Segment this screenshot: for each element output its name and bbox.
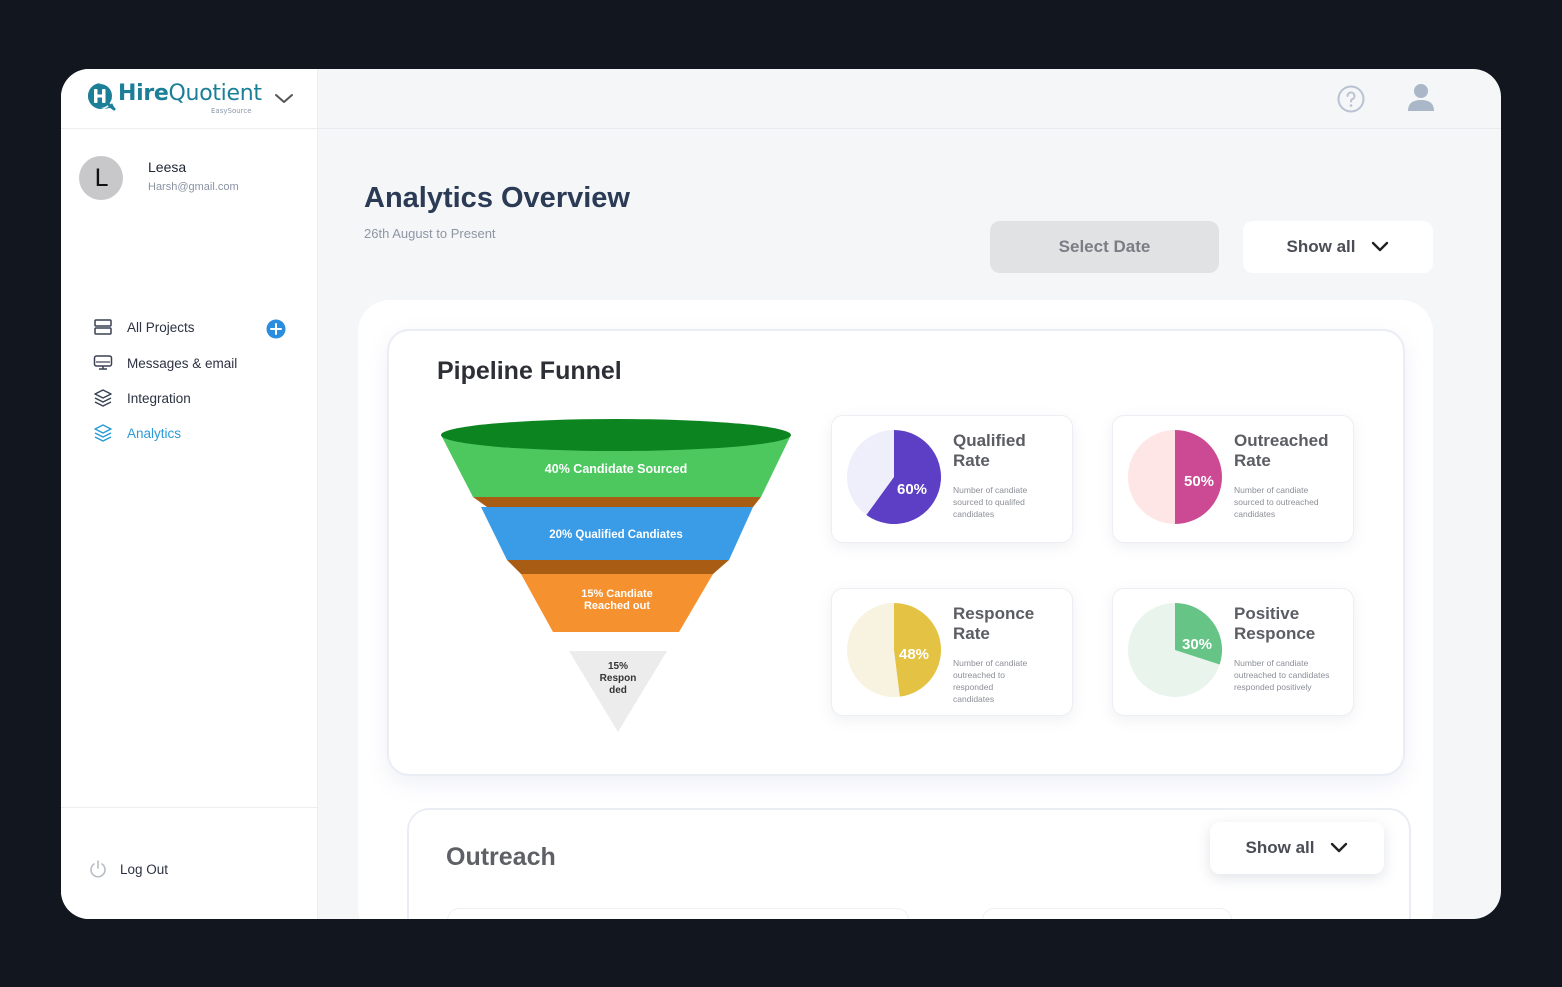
top-bar [318,69,1501,129]
logout-button[interactable]: Log Out [88,859,168,879]
app-window: HireQuotient EasySource L Leesa Harsh@gm… [61,69,1501,919]
pie-value-label: 30% [1182,636,1212,653]
chevron-down-icon[interactable] [273,87,295,109]
help-icon[interactable] [1337,85,1365,113]
funnel-stage-4-label: Respon [600,673,637,684]
sidebar-item-label: All Projects [127,319,195,335]
funnel-connector [473,497,761,507]
monitor-icon [93,353,113,373]
stat-card-qualified-rate: 60% Qualified Rate Number of candiate sour… [831,415,1073,543]
funnel-chart: 40% Candidate Sourced 20% Qualified Cand… [441,419,791,732]
outreach-card: Outreach Show all [407,808,1411,919]
date-range-subtitle: 26th August to Present [364,226,496,241]
sidebar-item-label: Integration [127,390,191,406]
stat-card-positive-responce: 30% Positive Responce Number of candiate o… [1112,588,1354,716]
stat-card-outreached-rate: 50% Outreached Rate Number of candiate sou… [1112,415,1354,543]
sidebar-item-integration[interactable]: Integration [93,386,191,410]
funnel-stage-4-label: 15% [608,661,628,672]
add-project-icon[interactable] [266,319,286,339]
show-all-dropdown[interactable]: Show all [1243,221,1433,273]
stat-description: Number of candiate outreached to responded… [953,658,1028,704]
power-icon [88,859,108,879]
stat-description: Number of candiate outreached to candidat… [1234,658,1330,692]
user-icon[interactable] [1406,81,1436,113]
outreach-chart-placeholder [447,908,909,919]
funnel-stage-3-label: Reached out [584,600,650,612]
divider [61,807,318,808]
chevron-down-icon [1372,241,1389,252]
stat-description: Number of candiate sourced to qualifed can… [953,485,1028,519]
user-email: Harsh@gmail.com [148,181,239,193]
stat-title: Qualified Rate [953,431,1026,470]
pipeline-funnel-card: Pipeline Funnel 40% Candidate Sourced 20… [387,329,1405,776]
avatar[interactable]: L [79,156,123,200]
funnel-stage-3-label: 15% Candiate [581,588,653,600]
logout-label: Log Out [120,861,169,877]
outreach-show-all-dropdown[interactable]: Show all [1210,822,1384,874]
show-all-label: Show all [1245,838,1315,857]
layers-icon [93,423,113,443]
outreached-rate-pie: 50% [1128,430,1222,524]
responce-rate-pie: 48% [847,603,942,697]
pie-value-label: 50% [1184,473,1214,490]
brand-header: HireQuotient EasySource [61,69,318,129]
user-name: Leesa [148,159,187,175]
chevron-down-icon [1331,842,1348,853]
select-date-button[interactable]: Select Date [990,221,1219,273]
sidebar-item-label: Analytics [127,425,182,441]
layers-icon [93,388,113,408]
funnel-stage-1-label: 40% Candidate Sourced [545,462,687,476]
card-title: Pipeline Funnel [437,357,622,385]
stat-title: Positive Responce [1234,604,1316,643]
funnel-stage-4-label: ded [609,685,627,696]
show-all-label: Show all [1286,237,1356,256]
server-icon [93,317,113,337]
pie-value-label: 48% [899,646,929,663]
page-title: Analytics Overview [364,182,630,214]
brand-name: HireQuotient [118,81,262,106]
sidebar-item-analytics[interactable]: Analytics [93,421,181,445]
qualified-rate-pie: 60% [847,430,942,524]
funnel-top-rim [441,419,791,451]
sidebar-item-label: Messages & email [127,355,238,371]
stat-title: Responce Rate [953,604,1035,643]
sidebar-item-messages[interactable]: Messages & email [93,351,237,375]
outreach-stat-placeholder [982,908,1232,919]
funnel-connector [507,560,729,574]
stat-title: Outreached Rate [1234,431,1329,470]
card-title: Outreach [446,843,556,871]
stat-description: Number of candiate sourced to outreached c… [1234,485,1319,519]
sidebar-item-all-projects[interactable]: All Projects [93,315,195,339]
stat-card-responce-rate: 48% Responce Rate Number of candiate outre… [831,588,1073,716]
pie-value-label: 60% [897,481,927,498]
sidebar: HireQuotient EasySource L Leesa Harsh@gm… [61,69,318,919]
funnel-stage-2-label: 20% Qualified Candiates [549,529,683,541]
positive-responce-pie: 30% [1128,603,1222,697]
brand-logo-icon [88,83,116,111]
brand-subtitle: EasySource [211,107,252,115]
